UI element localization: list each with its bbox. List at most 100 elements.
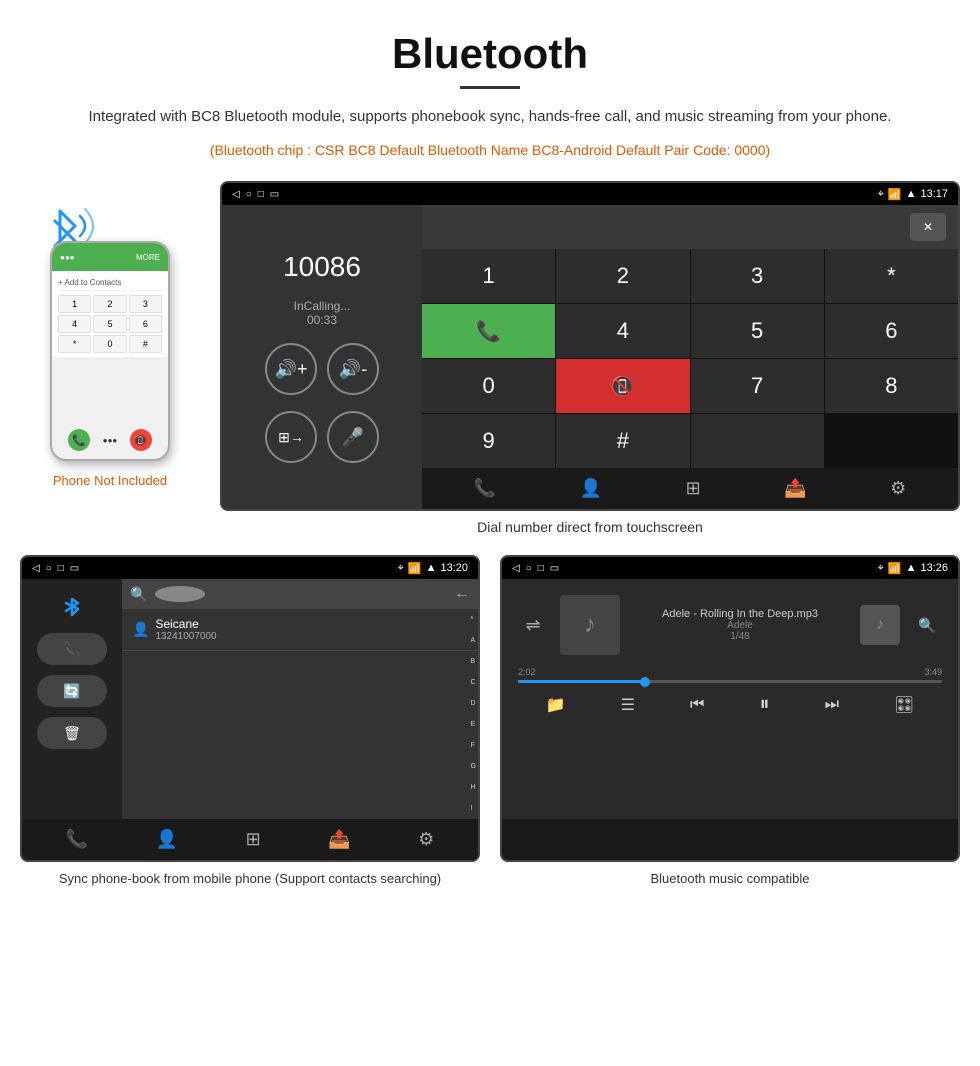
phonebook-caption: Sync phone-book from mobile phone (Suppo… — [20, 870, 480, 888]
alpha-b: B — [471, 658, 476, 665]
key-star[interactable]: * — [825, 249, 958, 303]
pb-dialpad-nav[interactable]: ⊞ — [246, 829, 261, 850]
transfer-nav-icon[interactable]: 📤 — [784, 478, 806, 499]
album-art-secondary: ♪ — [860, 605, 900, 645]
page-header: Bluetooth Integrated with BC8 Bluetooth … — [0, 0, 980, 171]
mute-button[interactable]: 🎤 — [327, 411, 379, 463]
bluetooth-icon — [60, 595, 84, 619]
call-end-button[interactable]: 📵 — [556, 359, 689, 413]
recents-icon: □ — [258, 189, 264, 200]
contact-row[interactable]: 👤 Seicane 13241007000 — [122, 609, 478, 651]
music-note-icon: ♪ — [584, 611, 596, 639]
music-wifi-icon: ▲ — [906, 562, 917, 574]
phone-bottom-bar: 📞 ●●● 📵 — [52, 429, 168, 451]
phone-mockup-header: ●●● MORE — [52, 243, 168, 271]
alpha-g: G — [471, 763, 476, 770]
call-accept-button[interactable]: 📞 — [422, 304, 555, 358]
delete-sidebar-button[interactable]: 🗑 — [37, 717, 107, 749]
music-progress-bar[interactable] — [518, 680, 942, 683]
music-loc-icon: ⌖ — [878, 562, 884, 575]
music-player: ⇌ ♪ Adele - Rolling In the Deep.mp3 Adel… — [502, 579, 958, 819]
pb-time: 13:20 — [440, 562, 468, 574]
key-2[interactable]: 2 — [556, 249, 689, 303]
status-left: ◁ ○ □ ▭ — [232, 189, 279, 200]
phonebook-sidebar: 📞 🔄 🗑 — [22, 579, 122, 819]
key-7[interactable]: 7 — [691, 359, 824, 413]
page-description: Integrated with BC8 Bluetooth module, su… — [60, 105, 920, 129]
music-progress-fill — [518, 680, 645, 683]
bluetooth-sidebar-icon[interactable] — [37, 591, 107, 623]
dial-status-text: InCalling... 00:33 — [294, 299, 351, 327]
phone-key-4: 4 — [58, 315, 91, 333]
contact-number: 13241007000 — [155, 631, 216, 642]
pb-wifi-icon: ▲ — [426, 562, 437, 574]
dial-screen-container: ◁ ○ □ ▭ ⌖ 📶 ▲ 13:17 10086 InC — [220, 181, 960, 511]
sync-sidebar-button[interactable]: 🔄 — [37, 675, 107, 707]
key-hash[interactable]: # — [556, 414, 689, 468]
location-icon: ⌖ — [878, 188, 884, 201]
music-notif-icon: ▭ — [550, 563, 559, 574]
alpha-e: E — [471, 721, 476, 728]
contact-avatar-icon: 👤 — [132, 621, 149, 638]
back-arrow-icon: ← — [454, 585, 470, 603]
key-4[interactable]: 4 — [556, 304, 689, 358]
dial-numpad-panel: ✕ 1 2 3 * 📞 4 5 6 0 — [422, 205, 958, 509]
page-title: Bluetooth — [60, 30, 920, 78]
alpha-star: * — [471, 616, 476, 623]
pb-transfer-nav[interactable]: 📤 — [328, 829, 350, 850]
key-empty — [691, 414, 824, 468]
dial-input-row: ✕ — [422, 205, 958, 249]
equalizer-button[interactable]: 🎛 — [894, 695, 914, 715]
key-0[interactable]: 0 — [422, 359, 555, 413]
playlist-button[interactable]: ☰ — [621, 695, 635, 715]
notification-icon: ▭ — [270, 189, 279, 200]
key-6[interactable]: 6 — [825, 304, 958, 358]
phonebook-item: ◁ ○ □ ▭ ⌖ 📶 ▲ 13:20 — [20, 555, 480, 888]
volume-down-button[interactable]: 🔊- — [327, 343, 379, 395]
key-1[interactable]: 1 — [422, 249, 555, 303]
dialpad-nav-icon[interactable]: ⊞ — [686, 478, 701, 499]
pb-phone-nav[interactable]: 📞 — [66, 829, 88, 850]
music-info: Adele - Rolling In the Deep.mp3 Adele 1/… — [632, 608, 848, 642]
settings-nav-icon[interactable]: ⚙ — [890, 478, 906, 499]
backspace-button[interactable]: ✕ — [910, 213, 946, 241]
phone-column: ●●● MORE + Add to Contacts 1 2 3 4 5 6 *… — [20, 181, 200, 488]
phone-numpad: 1 2 3 4 5 6 * 0 # — [58, 295, 162, 353]
wifi-icon: ▲ — [906, 188, 917, 200]
pb-settings-nav[interactable]: ⚙ — [418, 829, 434, 850]
pb-status-right: ⌖ 📶 ▲ 13:20 — [398, 562, 468, 575]
music-search-icon[interactable]: 🔍 — [912, 610, 942, 640]
delete-sidebar-icon: 🗑 — [63, 725, 81, 742]
key-5[interactable]: 5 — [691, 304, 824, 358]
volume-down-icon: 🔊- — [339, 359, 367, 380]
dial-status-bar: ◁ ○ □ ▭ ⌖ 📶 ▲ 13:17 — [222, 183, 958, 205]
key-8[interactable]: 8 — [825, 359, 958, 413]
search-icon: 🔍 — [130, 586, 147, 603]
phone-nav-icon[interactable]: 📞 — [474, 478, 496, 499]
music-status-right: ⌖ 📶 ▲ 13:26 — [878, 562, 948, 575]
key-9[interactable]: 9 — [422, 414, 555, 468]
pb-contacts-nav[interactable]: 👤 — [156, 829, 178, 850]
shuffle-icon[interactable]: ⇌ — [518, 610, 548, 640]
call-end-icon: 📵 — [610, 374, 635, 399]
music-back-icon: ◁ — [512, 563, 520, 574]
music-caption: Bluetooth music compatible — [500, 870, 960, 888]
call-sidebar-button[interactable]: 📞 — [37, 633, 107, 665]
transfer-button[interactable]: ⊞→ — [265, 411, 317, 463]
contacts-nav-icon[interactable]: 👤 — [580, 478, 602, 499]
pb-loc-icon: ⌖ — [398, 562, 404, 575]
next-track-button[interactable]: ⏭ — [825, 696, 839, 714]
alpha-f: F — [471, 742, 476, 749]
volume-up-button[interactable]: 🔊+ — [265, 343, 317, 395]
dial-extra-row: ⊞→ 🎤 — [265, 411, 379, 463]
prev-track-button[interactable]: ⏮ — [690, 696, 704, 714]
title-underline — [460, 86, 520, 89]
phone-key-1: 1 — [58, 295, 91, 313]
play-pause-button[interactable]: ⏸ — [760, 693, 770, 716]
key-3[interactable]: 3 — [691, 249, 824, 303]
folder-button[interactable]: 📁 — [546, 695, 566, 715]
phone-key-2: 2 — [93, 295, 126, 313]
music-recents-icon: □ — [538, 563, 544, 574]
phone-mockup: ●●● MORE + Add to Contacts 1 2 3 4 5 6 *… — [50, 241, 170, 461]
numpad-grid: 1 2 3 * 📞 4 5 6 0 📵 7 — [422, 249, 958, 468]
